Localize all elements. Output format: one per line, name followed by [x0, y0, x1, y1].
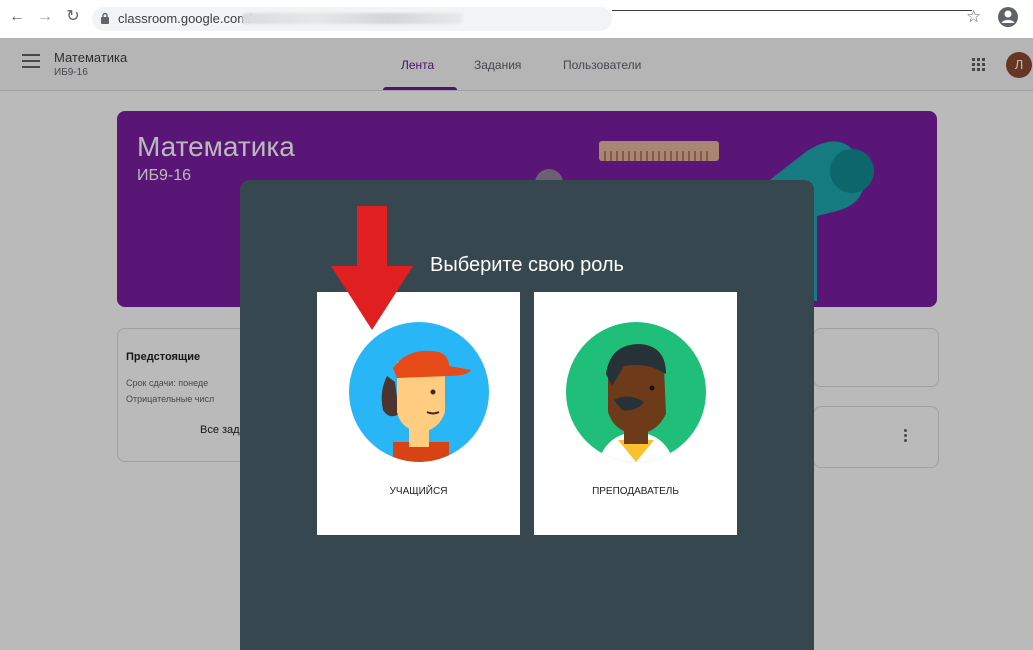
arrow-down-icon — [331, 206, 413, 330]
star-icon[interactable]: ☆ — [966, 7, 981, 27]
address-bar[interactable]: classroom.google.com/ — [92, 7, 612, 31]
redacted-url-part — [242, 13, 462, 24]
browser-toolbar: ← → ↻ classroom.google.com/ ☆ — [0, 0, 1033, 39]
teacher-avatar-icon — [566, 322, 706, 462]
dialog-title: Выберите свою роль — [430, 254, 624, 276]
student-avatar-icon — [349, 322, 489, 462]
account-circle-icon[interactable] — [997, 6, 1019, 28]
role-label-student: УЧАЩИЙСЯ — [389, 486, 448, 497]
role-card-teacher[interactable]: ПРЕПОДАВАТЕЛЬ — [534, 292, 737, 535]
divider — [612, 10, 972, 11]
forward-icon[interactable]: → — [34, 6, 56, 28]
role-dialog: Выберите свою роль УЧАЩИЙСЯ ПРЕПОДАВАТЕЛ… — [240, 180, 814, 650]
reload-icon[interactable]: ↻ — [62, 6, 84, 28]
url-text: classroom.google.com/ — [118, 11, 252, 26]
lock-icon — [101, 12, 109, 24]
role-label-teacher: ПРЕПОДАВАТЕЛЬ — [592, 486, 679, 497]
back-icon[interactable]: ← — [6, 6, 28, 28]
